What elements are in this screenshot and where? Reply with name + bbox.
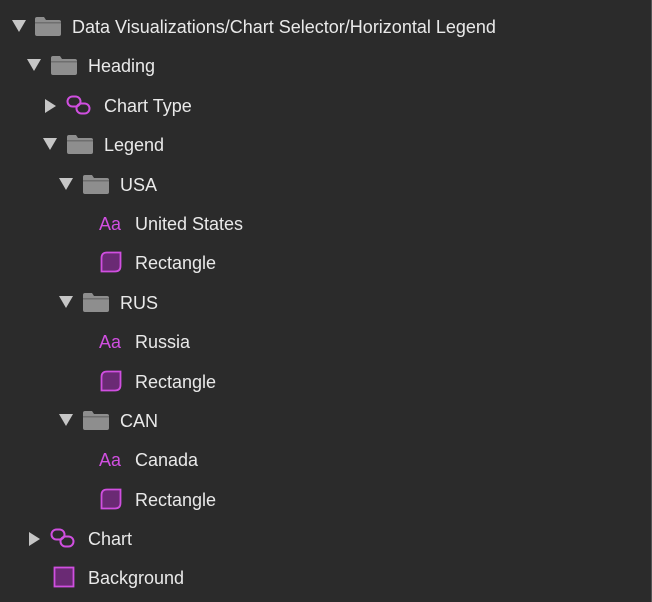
disclosure-arrow-expanded-icon[interactable]	[43, 138, 57, 151]
layer-row-united-states-text[interactable]: Aa United States	[0, 204, 651, 243]
shape-rectangle-icon	[100, 488, 122, 510]
disclosure-arrow-expanded-icon[interactable]	[59, 177, 73, 190]
text-layer-icon: Aa	[99, 450, 122, 471]
disclosure-arrow-expanded-icon[interactable]	[27, 59, 41, 72]
layer-label: CAN	[120, 410, 159, 431]
layer-label: Heading	[88, 56, 156, 77]
layer-row-can-group[interactable]: CAN	[0, 401, 651, 440]
layer-row-chart-type-symbol[interactable]: Chart Type	[0, 86, 651, 125]
folder-icon	[35, 17, 61, 36]
layer-row-heading-group[interactable]: Heading	[0, 46, 651, 85]
layer-row-russia-text[interactable]: Aa Russia	[0, 322, 651, 361]
layer-label: Chart Type	[104, 95, 192, 116]
folder-icon	[83, 410, 109, 430]
layer-label: Data Visualizations/Chart Selector/Horiz…	[72, 17, 496, 37]
layer-label: Background	[88, 568, 185, 589]
layer-row-canada-text[interactable]: Aa Canada	[0, 440, 651, 479]
shape-rectangle-icon	[100, 370, 122, 391]
layer-label: USA	[120, 174, 158, 195]
text-layer-icon: Aa	[99, 332, 122, 353]
layer-row-legend-group[interactable]: Legend	[0, 125, 651, 164]
layer-row-chart-symbol[interactable]: Chart	[0, 519, 651, 558]
disclosure-arrow-expanded-icon[interactable]	[59, 413, 73, 426]
layer-label: Canada	[135, 450, 199, 471]
layer-tree: Data Visualizations/Chart Selector/Horiz…	[0, 7, 651, 598]
layer-label: Russia	[135, 332, 191, 353]
layer-row-can-rectangle[interactable]: Rectangle	[0, 480, 651, 519]
shape-rectangle-icon	[100, 251, 122, 273]
folder-icon	[83, 292, 109, 312]
text-layer-icon: Aa	[99, 213, 122, 234]
layer-label: RUS	[120, 292, 159, 313]
layer-row-usa-rectangle[interactable]: Rectangle	[0, 243, 651, 282]
folder-icon	[51, 56, 77, 76]
shape-square-icon	[53, 567, 75, 588]
disclosure-arrow-expanded-icon[interactable]	[12, 20, 26, 32]
layer-label: Rectangle	[135, 489, 217, 510]
layer-label: Rectangle	[135, 371, 217, 392]
layer-row-rus-rectangle[interactable]: Rectangle	[0, 362, 651, 401]
layer-row-usa-group[interactable]: USA	[0, 165, 651, 204]
layer-label: Rectangle	[135, 253, 217, 274]
disclosure-arrow-collapsed-icon[interactable]	[29, 532, 40, 547]
symbol-link-icon	[50, 528, 75, 548]
symbol-link-icon	[66, 95, 91, 115]
disclosure-arrow-expanded-icon[interactable]	[59, 295, 73, 308]
layer-row-root-group[interactable]: Data Visualizations/Chart Selector/Horiz…	[0, 7, 651, 46]
layer-label: United States	[135, 213, 244, 234]
layer-row-rus-group[interactable]: RUS	[0, 283, 651, 322]
folder-icon	[67, 135, 93, 155]
layer-row-background[interactable]: Background	[0, 558, 651, 597]
layer-label: Legend	[104, 135, 165, 156]
layer-label: Chart	[88, 529, 133, 550]
disclosure-arrow-collapsed-icon[interactable]	[45, 98, 56, 113]
folder-icon	[83, 174, 109, 194]
